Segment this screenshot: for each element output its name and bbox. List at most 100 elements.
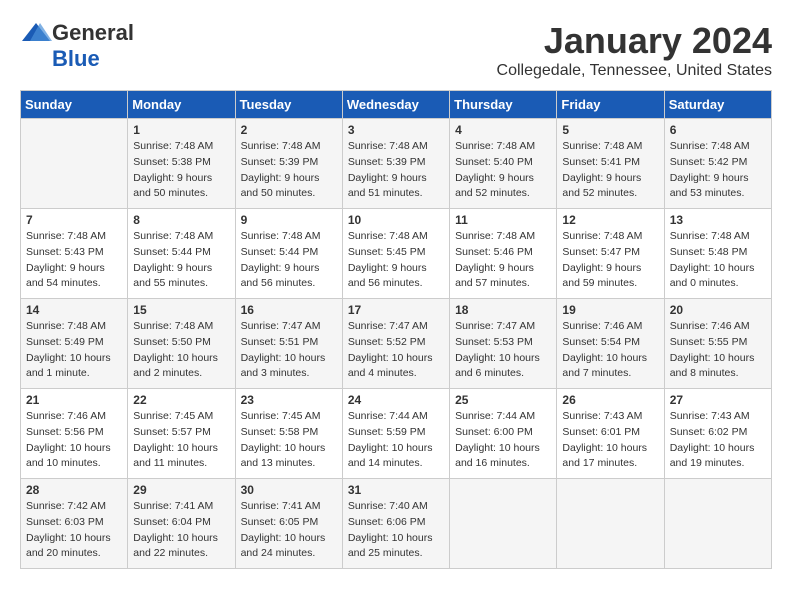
sunset: Sunset: 5:39 PM	[241, 156, 319, 168]
calendar-cell: 21Sunrise: 7:46 AMSunset: 5:56 PMDayligh…	[21, 389, 128, 479]
day-number: 6	[670, 123, 766, 137]
day-info: Sunrise: 7:48 AMSunset: 5:43 PMDaylight:…	[26, 229, 122, 292]
daylight: Daylight: 10 hours and 3 minutes.	[241, 352, 326, 380]
calendar-cell: 7 Sunrise: 7:48 AMSunset: 5:43 PMDaylight…	[21, 209, 128, 299]
sunrise: Sunrise: 7:47 AM	[455, 320, 535, 332]
calendar-cell: 6 Sunrise: 7:48 AMSunset: 5:42 PMDaylight…	[664, 119, 771, 209]
calendar-week-1: 1Sunrise: 7:48 AMSunset: 5:38 PMDaylight…	[21, 119, 772, 209]
day-number: 27	[670, 393, 766, 407]
day-number: 22	[133, 393, 229, 407]
sunrise: Sunrise: 7:48 AM	[133, 320, 213, 332]
calendar-cell: 27Sunrise: 7:43 AMSunset: 6:02 PMDayligh…	[664, 389, 771, 479]
day-info: Sunrise: 7:48 AMSunset: 5:46 PMDaylight:…	[455, 229, 551, 292]
sunset: Sunset: 5:40 PM	[455, 156, 533, 168]
calendar-cell: 24Sunrise: 7:44 AMSunset: 5:59 PMDayligh…	[342, 389, 449, 479]
calendar-cell: 17Sunrise: 7:47 AMSunset: 5:52 PMDayligh…	[342, 299, 449, 389]
daylight: Daylight: 9 hours and 54 minutes.	[26, 262, 105, 290]
day-number: 17	[348, 303, 444, 317]
day-info: Sunrise: 7:48 AMSunset: 5:44 PMDaylight:…	[133, 229, 229, 292]
daylight: Daylight: 9 hours and 51 minutes.	[348, 172, 427, 200]
daylight: Daylight: 10 hours and 16 minutes.	[455, 442, 540, 470]
calendar-cell: 20Sunrise: 7:46 AMSunset: 5:55 PMDayligh…	[664, 299, 771, 389]
day-info: Sunrise: 7:40 AMSunset: 6:06 PMDaylight:…	[348, 499, 444, 562]
title-block: January 2024 Collegedale, Tennessee, Uni…	[497, 20, 772, 80]
calendar-cell: 4Sunrise: 7:48 AMSunset: 5:40 PMDaylight…	[450, 119, 557, 209]
day-number: 3	[348, 123, 444, 137]
calendar-cell: 29Sunrise: 7:41 AMSunset: 6:04 PMDayligh…	[128, 479, 235, 569]
day-info: Sunrise: 7:48 AMSunset: 5:42 PMDaylight:…	[670, 139, 766, 202]
daylight: Daylight: 9 hours and 56 minutes.	[348, 262, 427, 290]
calendar-cell: 30 Sunrise: 7:41 AMSunset: 6:05 PMDayligh…	[235, 479, 342, 569]
day-info: Sunrise: 7:48 AMSunset: 5:50 PMDaylight:…	[133, 319, 229, 382]
day-number: 13	[670, 213, 766, 227]
day-info: Sunrise: 7:48 AM Sunset: 5:45 PM Daylight:…	[348, 229, 444, 292]
calendar-week-2: 7 Sunrise: 7:48 AMSunset: 5:43 PMDaylight…	[21, 209, 772, 299]
sunset: Sunset: 5:58 PM	[241, 426, 319, 438]
calendar-cell	[450, 479, 557, 569]
sunrise: Sunrise: 7:48 AM	[26, 230, 106, 242]
calendar-week-5: 28 Sunrise: 7:42 AMSunset: 6:03 PMDayligh…	[21, 479, 772, 569]
sunset: Sunset: 6:00 PM	[455, 426, 533, 438]
calendar-table: SundayMondayTuesdayWednesdayThursdayFrid…	[20, 90, 772, 569]
day-info: Sunrise: 7:48 AMSunset: 5:40 PMDaylight:…	[455, 139, 551, 202]
sunset: Sunset: 5:56 PM	[26, 426, 104, 438]
daylight: Daylight: 9 hours and 56 minutes.	[241, 262, 320, 290]
day-info: Sunrise: 7:42 AMSunset: 6:03 PMDaylight:…	[26, 499, 122, 562]
day-number: 31	[348, 483, 444, 497]
sunset: Sunset: 5:48 PM	[670, 246, 748, 258]
sunrise: Sunrise: 7:48 AM	[455, 140, 535, 152]
calendar-cell: 5Sunrise: 7:48 AMSunset: 5:41 PMDaylight…	[557, 119, 664, 209]
calendar-cell: 2Sunrise: 7:48 AMSunset: 5:39 PMDaylight…	[235, 119, 342, 209]
daylight: Daylight: 10 hours and 22 minutes.	[133, 532, 218, 560]
day-header-tuesday: Tuesday	[235, 91, 342, 119]
sunset: Sunset: 5:53 PM	[455, 336, 533, 348]
sunrise: Sunrise: 7:48 AM	[562, 230, 642, 242]
day-number: 2	[241, 123, 337, 137]
day-info: Sunrise: 7:47 AMSunset: 5:51 PMDaylight:…	[241, 319, 337, 382]
sunset: Sunset: 5:38 PM	[133, 156, 211, 168]
day-number: 14	[26, 303, 122, 317]
sunset: Sunset: 5:46 PM	[455, 246, 533, 258]
calendar-cell: 22Sunrise: 7:45 AMSunset: 5:57 PMDayligh…	[128, 389, 235, 479]
sunrise: Sunrise: 7:48 AM	[348, 230, 428, 242]
calendar-cell: 25Sunrise: 7:44 AMSunset: 6:00 PMDayligh…	[450, 389, 557, 479]
day-number: 16	[241, 303, 337, 317]
sunrise: Sunrise: 7:48 AM	[26, 320, 106, 332]
day-number: 28	[26, 483, 122, 497]
daylight: Daylight: 10 hours and 6 minutes.	[455, 352, 540, 380]
day-info: Sunrise: 7:48 AMSunset: 5:44 PMDaylight:…	[241, 229, 337, 292]
day-number: 9	[241, 213, 337, 227]
calendar-cell	[664, 479, 771, 569]
daylight: Daylight: 10 hours and 25 minutes.	[348, 532, 433, 560]
logo-general: General	[52, 20, 134, 46]
sunset: Sunset: 6:04 PM	[133, 516, 211, 528]
sunset: Sunset: 5:51 PM	[241, 336, 319, 348]
daylight: Daylight: 10 hours and 24 minutes.	[241, 532, 326, 560]
daylight: Daylight: 9 hours and 50 minutes.	[133, 172, 212, 200]
daylight: Daylight: 10 hours and 11 minutes.	[133, 442, 218, 470]
calendar-cell	[557, 479, 664, 569]
daylight: Daylight: 9 hours and 52 minutes.	[562, 172, 641, 200]
calendar-cell: 1Sunrise: 7:48 AMSunset: 5:38 PMDaylight…	[128, 119, 235, 209]
sunrise: Sunrise: 7:43 AM	[670, 410, 750, 422]
sunset: Sunset: 5:42 PM	[670, 156, 748, 168]
calendar-cell: 16 Sunrise: 7:47 AMSunset: 5:51 PMDayligh…	[235, 299, 342, 389]
sunset: Sunset: 6:02 PM	[670, 426, 748, 438]
day-info: Sunrise: 7:46 AMSunset: 5:56 PMDaylight:…	[26, 409, 122, 472]
day-number: 30	[241, 483, 337, 497]
sunset: Sunset: 5:45 PM	[348, 246, 426, 258]
sunset: Sunset: 5:44 PM	[241, 246, 319, 258]
day-header-wednesday: Wednesday	[342, 91, 449, 119]
sunset: Sunset: 5:44 PM	[133, 246, 211, 258]
sunrise: Sunrise: 7:48 AM	[133, 230, 213, 242]
sunset: Sunset: 5:52 PM	[348, 336, 426, 348]
calendar-cell: 11Sunrise: 7:48 AMSunset: 5:46 PMDayligh…	[450, 209, 557, 299]
sunset: Sunset: 5:50 PM	[133, 336, 211, 348]
day-info: Sunrise: 7:41 AMSunset: 6:05 PMDaylight:…	[241, 499, 337, 562]
day-number: 7	[26, 213, 122, 227]
sunset: Sunset: 6:01 PM	[562, 426, 640, 438]
logo: General Blue	[20, 20, 134, 72]
day-info: Sunrise: 7:47 AM Sunset: 5:53 PM Daylight:…	[455, 319, 551, 382]
sunrise: Sunrise: 7:44 AM	[348, 410, 428, 422]
sunset: Sunset: 5:55 PM	[670, 336, 748, 348]
